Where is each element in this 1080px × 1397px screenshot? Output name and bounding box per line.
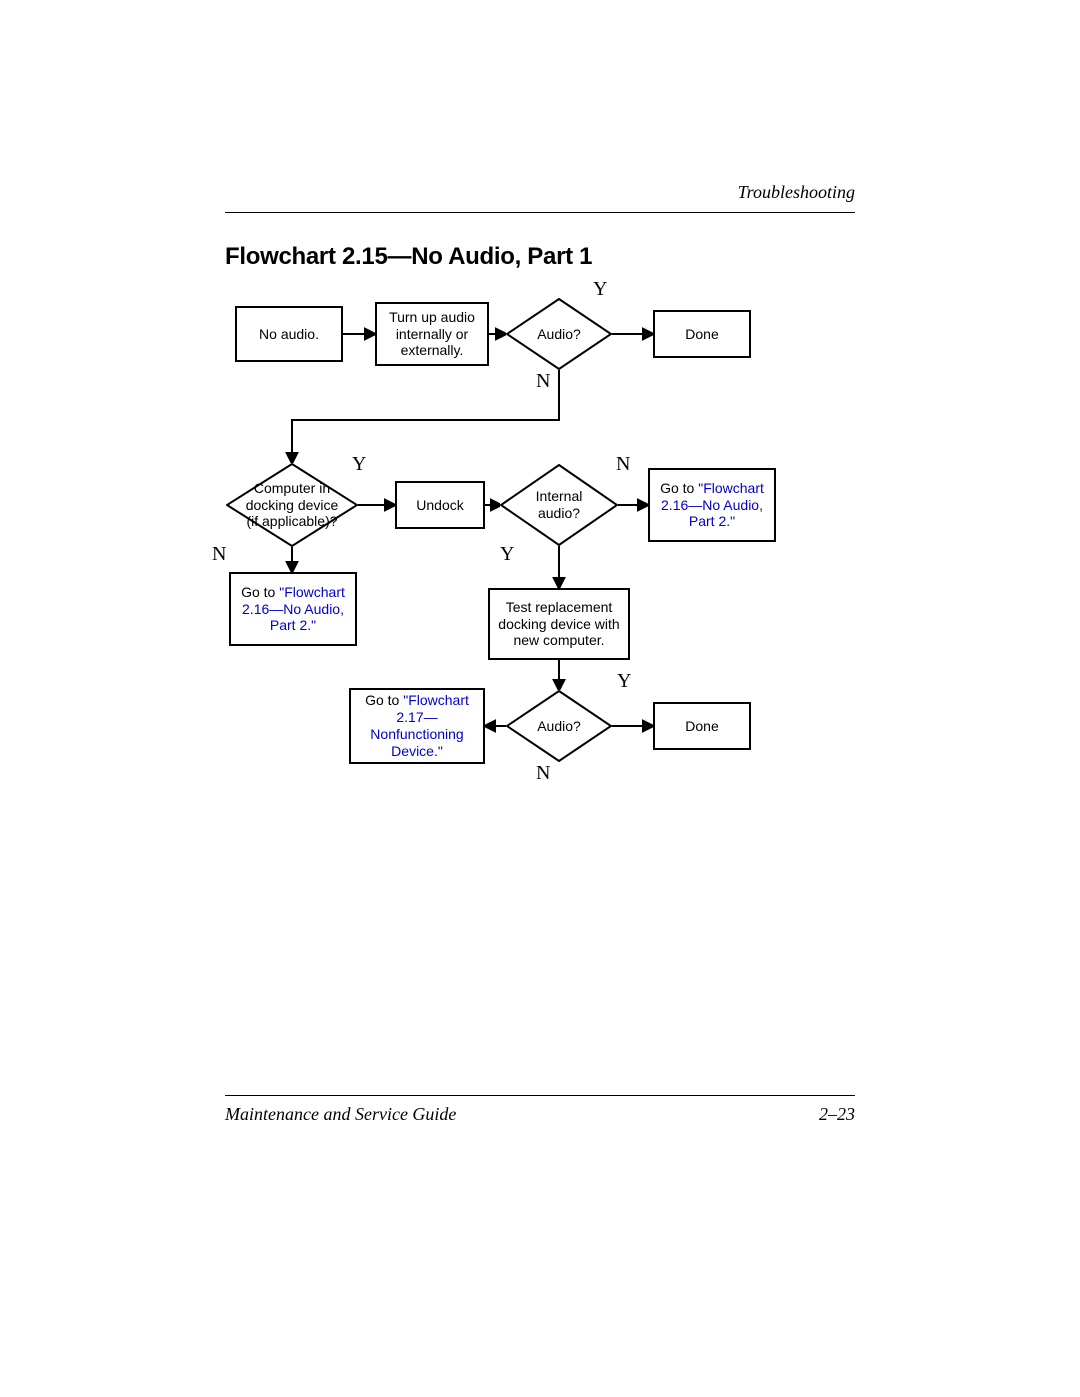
node-text: Go to "Flowchart 2.16—No Audio, Part 2." [235,584,351,634]
page-title: Flowchart 2.15—No Audio, Part 1 [225,243,592,271]
node-text: Computer in docking device (if applicabl… [244,480,340,530]
node-goto-217: Go to "Flowchart 2.17—Nonfunctioning Dev… [349,688,485,764]
edge-label-y: Y [500,543,514,566]
edge-label-n: N [212,543,226,566]
decision-audio-1: Audio? [506,298,612,370]
footer-rule [225,1095,855,1096]
node-text: Go to "Flowchart 2.17—Nonfunctioning Dev… [355,692,479,759]
node-text: Undock [416,497,463,514]
edge-label-y: Y [593,278,607,301]
goto-prefix: Go to [365,692,403,708]
node-text: Done [685,718,718,735]
footer-left: Maintenance and Service Guide [225,1104,456,1125]
edge-label-y: Y [352,453,366,476]
node-goto-216a: Go to "Flowchart 2.16—No Audio, Part 2." [648,468,776,542]
header-rule [225,212,855,213]
goto-prefix: Go to [660,480,698,496]
goto-prefix: Go to [241,584,279,600]
node-done-1: Done [653,310,751,358]
edge-label-n: N [536,370,550,393]
decision-audio-2: Audio? [506,690,612,762]
edge-label-n: N [536,762,550,785]
node-undock: Undock [395,481,485,529]
edge-label-n: N [616,453,630,476]
header-section: Troubleshooting [738,182,855,203]
node-text: Audio? [537,326,581,343]
node-text: Audio? [537,718,581,735]
decision-docking: Computer in docking device (if applicabl… [226,463,358,547]
node-text: Test replacement docking device with new… [494,599,624,649]
edge-label-y: Y [617,670,631,693]
node-text: No audio. [259,326,319,343]
decision-internal-audio: Internal audio? [500,464,618,546]
node-text: Go to "Flowchart 2.16—No Audio, Part 2." [654,480,770,530]
node-goto-216b: Go to "Flowchart 2.16—No Audio, Part 2." [229,572,357,646]
node-done-2: Done [653,702,751,750]
node-turn-up: Turn up audio internally or externally. [375,302,489,366]
node-text: Done [685,326,718,343]
node-no-audio: No audio. [235,306,343,362]
node-test-replacement: Test replacement docking device with new… [488,588,630,660]
footer-right: 2–23 [819,1104,855,1125]
page: Troubleshooting Flowchart 2.15—No Audio,… [0,0,1080,1397]
node-text: Internal audio? [518,488,600,522]
node-text: Turn up audio internally or externally. [381,309,483,359]
